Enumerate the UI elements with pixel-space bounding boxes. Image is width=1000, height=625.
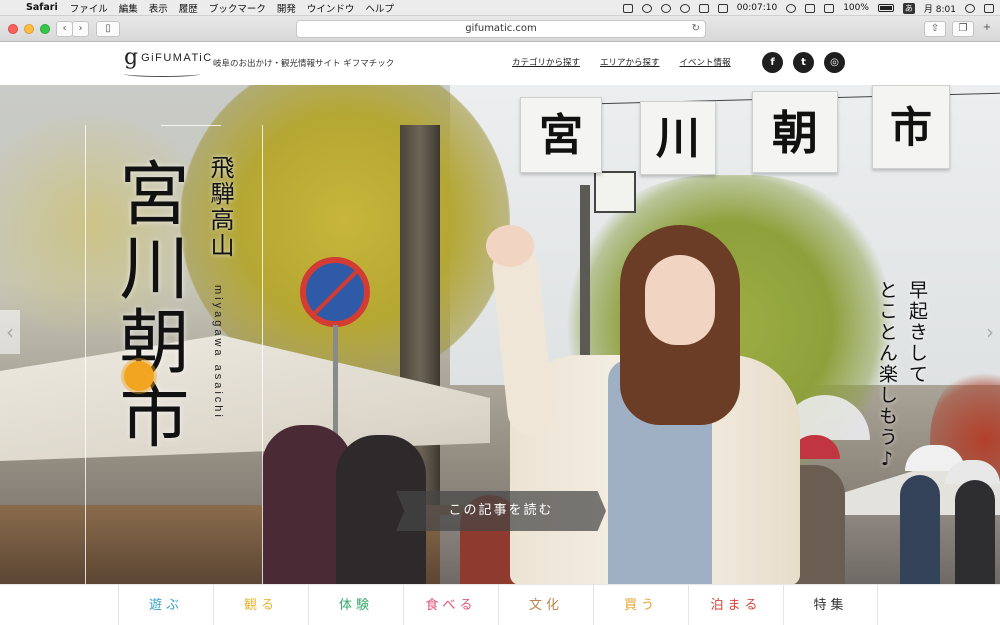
chevron-right-icon: › <box>986 320 994 344</box>
category-play[interactable]: 遊ぶ <box>118 585 213 625</box>
app-menu-safari[interactable]: Safari <box>26 2 58 13</box>
nav-events[interactable]: イベント情報 <box>680 56 731 68</box>
sidebar-icon: ▯ <box>105 23 111 34</box>
hero-title: 宮川朝市 <box>108 157 190 453</box>
banner-ichi: 市 <box>872 85 950 169</box>
social-links: f t ◎ <box>762 52 845 73</box>
hero-person <box>955 480 995 584</box>
model-face <box>645 255 715 345</box>
wifi-icon[interactable] <box>786 3 797 13</box>
menu-history[interactable]: 履歴 <box>179 1 198 15</box>
tabs-icon: ❐ <box>958 23 968 34</box>
site-logo[interactable]: g GiFUMATiC <box>124 45 213 77</box>
zoom-window-button[interactable] <box>40 24 50 34</box>
hero-romaji: miyagawa asaichi <box>212 285 224 420</box>
hero-subtitle: 飛騨高山 <box>206 155 234 259</box>
share-icon: ⇧ <box>930 23 940 34</box>
notification-center-icon[interactable] <box>984 3 994 13</box>
creative-cloud-icon[interactable] <box>641 3 652 13</box>
sun-icon <box>124 361 154 391</box>
dropbox-icon[interactable] <box>622 3 633 13</box>
battery-percent[interactable]: 100% <box>843 3 869 13</box>
catch-line-1: 早起きして <box>906 280 928 385</box>
logo-mark-icon: g <box>124 45 139 70</box>
category-experience[interactable]: 体験 <box>308 585 403 625</box>
minimize-window-button[interactable] <box>24 24 34 34</box>
status-area: 00:07:10 100% あ 月 8:01 <box>622 0 994 16</box>
read-article-button[interactable]: この記事を読む <box>396 491 606 531</box>
category-eat[interactable]: 食べる <box>403 585 498 625</box>
mac-menu-bar: Safari ファイル 編集 表示 履歴 ブックマーク 開発 ウインドウ ヘルプ… <box>0 0 1000 16</box>
category-sightseeing[interactable]: 観る <box>213 585 308 625</box>
twitter-icon[interactable]: t <box>793 52 814 73</box>
category-culture[interactable]: 文化 <box>498 585 593 625</box>
hero-lamp <box>594 171 636 213</box>
nav-by-area[interactable]: エリアから探す <box>600 56 660 68</box>
timer-readout[interactable]: 00:07:10 <box>737 3 777 13</box>
screen: Safari ファイル 編集 表示 履歴 ブックマーク 開発 ウインドウ ヘルプ… <box>0 0 1000 625</box>
menu-file[interactable]: ファイル <box>70 1 108 15</box>
facebook-icon[interactable]: f <box>762 52 783 73</box>
slider-next-button[interactable]: › <box>980 310 1000 354</box>
category-bar: 遊ぶ 観る 体験 食べる 文化 買う 泊まる 特集 <box>0 584 1000 625</box>
chevron-right-icon: › <box>78 23 83 34</box>
banner-kawa: 川 <box>640 101 716 175</box>
category-feature[interactable]: 特集 <box>783 585 878 625</box>
nav-by-category[interactable]: カテゴリから探す <box>512 56 580 68</box>
menu-view[interactable]: 表示 <box>149 1 168 15</box>
close-window-button[interactable] <box>8 24 18 34</box>
no-parking-sign <box>300 257 370 327</box>
header-nav: カテゴリから探す エリアから探す イベント情報 <box>512 56 731 68</box>
logo-swoosh <box>124 71 200 77</box>
url-text: gifumatic.com <box>465 23 537 34</box>
menu-develop[interactable]: 開発 <box>277 1 296 15</box>
catch-line-2: とことん楽しもう♪ <box>876 280 898 472</box>
plus-icon: + <box>982 22 992 33</box>
battery-icon[interactable] <box>877 4 894 12</box>
menu-edit[interactable]: 編集 <box>119 1 138 15</box>
instagram-icon[interactable]: ◎ <box>824 52 845 73</box>
chevron-left-icon: ‹ <box>62 23 67 34</box>
back-button[interactable]: ‹ <box>56 21 73 37</box>
hero-slider[interactable]: 宮 川 朝 市 宮川朝市 飛騨高山 miyagawa asaichi 早起きして… <box>0 85 1000 584</box>
network-icon[interactable] <box>717 3 728 13</box>
banner-miya: 宮 <box>520 97 602 173</box>
hero-person <box>900 475 940 584</box>
time-machine-icon[interactable] <box>679 3 690 13</box>
hero-catchphrase: 早起きして とことん楽しもう♪ <box>872 280 932 472</box>
model-raised-arm <box>490 243 556 437</box>
site-header: g GiFUMATiC 岐阜のお出かけ・観光情報サイト ギフマチック カテゴリか… <box>0 43 1000 85</box>
new-tab-button[interactable]: + <box>980 21 994 37</box>
sidebar-button[interactable]: ▯ <box>96 21 120 37</box>
window-controls <box>8 24 50 34</box>
chevron-left-icon: ‹ <box>6 320 14 344</box>
menu-window[interactable]: ウインドウ <box>307 1 355 15</box>
display-icon[interactable] <box>698 3 709 13</box>
eject-icon[interactable] <box>805 3 816 13</box>
forward-button[interactable]: › <box>72 21 89 37</box>
category-shop[interactable]: 買う <box>593 585 688 625</box>
reload-icon[interactable]: ↻ <box>692 21 700 37</box>
site-tagline: 岐阜のお出かけ・観光情報サイト ギフマチック <box>213 59 395 69</box>
logo-text: GiFUMATiC <box>141 52 213 64</box>
address-bar[interactable]: gifumatic.com ↻ <box>296 20 706 38</box>
menu-bookmarks[interactable]: ブックマーク <box>209 1 266 15</box>
category-list: 遊ぶ 観る 体験 食べる 文化 買う 泊まる 特集 <box>118 585 878 625</box>
clock[interactable]: 月 8:01 <box>924 2 956 15</box>
banner-asa: 朝 <box>752 91 838 173</box>
input-method-icon[interactable]: あ <box>902 2 915 14</box>
category-stay[interactable]: 泊まる <box>688 585 783 625</box>
volume-icon[interactable] <box>824 3 835 13</box>
share-button[interactable]: ⇧ <box>924 21 946 37</box>
app-status-icon[interactable] <box>660 3 671 13</box>
tabs-overview-button[interactable]: ❐ <box>952 21 974 37</box>
model-hand <box>486 225 534 267</box>
slider-prev-button[interactable]: ‹ <box>0 310 20 354</box>
menu-help[interactable]: ヘルプ <box>365 1 394 15</box>
siri-icon[interactable] <box>965 3 975 13</box>
browser-toolbar: ‹ › ▯ gifumatic.com ↻ ⇧ ❐ + <box>0 16 1000 42</box>
